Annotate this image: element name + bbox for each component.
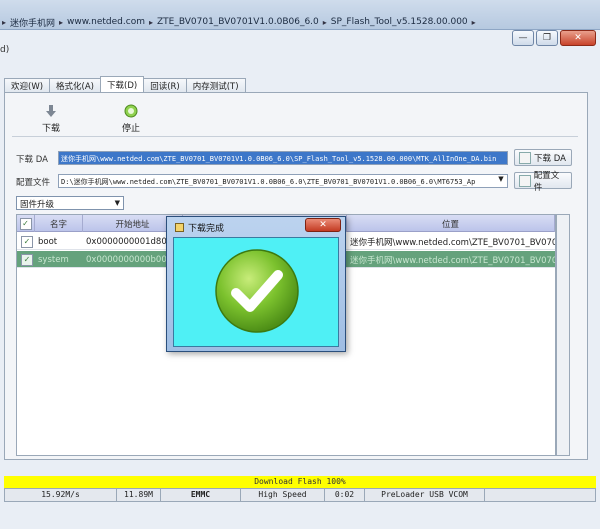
check-icon: ✓: [21, 253, 33, 266]
dialog-close-button[interactable]: ✕: [305, 218, 341, 232]
download-label: 下载: [41, 124, 60, 134]
chevron-right-icon: ▸: [148, 17, 153, 27]
download-complete-dialog: 下载完成 ✕: [166, 216, 346, 352]
restore-button[interactable]: ❐: [536, 30, 558, 46]
progress-bar: Download Flash 100%: [4, 476, 596, 488]
dialog-title-text: 下载完成: [188, 224, 225, 234]
dialog-title: 下载完成: [175, 221, 224, 234]
chevron-down-icon: ▼: [114, 199, 120, 207]
header-location: 位置: [347, 215, 555, 232]
header-name: 名字: [35, 215, 83, 232]
row-checkbox[interactable]: ✓: [21, 251, 35, 268]
file-icon: [519, 174, 531, 187]
breadcrumb-item[interactable]: www.netded.com: [67, 17, 145, 27]
status-speed: 15.92M/s: [5, 489, 117, 501]
breadcrumb: ▸ 迷你手机网 ▸ www.netded.com ▸ ZTE_BV0701_BV…: [0, 14, 520, 30]
da-path-field[interactable]: 迷你手机网\www.netded.com\ZTE_BV0701_BV0701V1…: [58, 151, 508, 165]
chevron-right-icon: ▸: [2, 17, 7, 27]
mode-select-value: 固件升级: [20, 200, 55, 210]
tab-format[interactable]: 格式化(A): [49, 78, 101, 93]
vertical-scrollbar[interactable]: [556, 214, 570, 456]
row-name: system: [38, 254, 69, 265]
mode-select[interactable]: 固件升级 ▼: [16, 196, 124, 210]
row-checkbox[interactable]: ✓: [21, 233, 35, 250]
download-da-label: 下载 DA: [534, 153, 566, 164]
download-arrow-icon: [46, 105, 56, 117]
status-bar: 15.92M/s 11.89M EMMC High Speed 0:02 Pre…: [4, 488, 596, 502]
scatter-path-field[interactable]: D:\迷你手机网\www.netded.com\ZTE_BV0701_BV070…: [58, 174, 508, 188]
scatter-file-label: 配置文件: [533, 170, 560, 193]
status-time: 0:02: [325, 489, 365, 501]
stop-button[interactable]: 停止: [114, 104, 148, 134]
tab-bar: 欢迎(W) 格式化(A) 下载(D) 回读(R) 内存测试(T): [4, 76, 246, 93]
divider: [12, 136, 578, 137]
download-button[interactable]: 下载: [34, 104, 68, 134]
check-icon: ✓: [21, 235, 33, 248]
tab-download[interactable]: 下载(D): [100, 76, 145, 93]
da-label: 下载 DA: [16, 155, 48, 165]
success-check-icon: [215, 249, 299, 333]
breadcrumb-item[interactable]: 迷你手机网: [10, 16, 55, 29]
stop-icon: [124, 104, 138, 118]
minimize-button[interactable]: —: [512, 30, 534, 46]
dropdown-arrow-icon[interactable]: ▼: [496, 175, 506, 187]
stop-label: 停止: [121, 124, 140, 134]
tab-welcome[interactable]: 欢迎(W): [4, 78, 51, 93]
check-icon: ✓: [19, 217, 32, 230]
download-da-button[interactable]: 下载 DA: [514, 149, 572, 166]
app-icon: [175, 223, 184, 232]
chevron-right-icon: ▸: [59, 17, 64, 27]
breadcrumb-item[interactable]: ZTE_BV0701_BV0701V1.0.0B06_6.0: [157, 17, 319, 27]
row-location: 迷你手机网\www.netded.com\ZTE_BV0701_BV0701V.…: [350, 255, 555, 266]
window-controls: — ❐ ✕: [512, 30, 596, 46]
row-location: 迷你手机网\www.netded.com\ZTE_BV0701_BV0701V.…: [350, 237, 555, 248]
status-port: PreLoader USB VCOM: [365, 489, 485, 501]
close-button[interactable]: ✕: [560, 30, 596, 46]
file-icon: [519, 151, 531, 164]
row-name: boot: [38, 236, 58, 247]
tab-memory-test[interactable]: 内存测试(T): [185, 78, 246, 93]
status-size: 11.89M: [117, 489, 161, 501]
chevron-right-icon: ▸: [471, 17, 476, 27]
menu-fragment: d): [0, 45, 10, 55]
chevron-right-icon: ▸: [322, 17, 327, 27]
status-usb-speed: High Speed: [241, 489, 325, 501]
header-checkbox[interactable]: ✓: [17, 215, 35, 232]
scatter-file-button[interactable]: 配置文件: [514, 171, 572, 193]
tab-readback[interactable]: 回读(R): [143, 78, 187, 93]
breadcrumb-item[interactable]: SP_Flash_Tool_v5.1528.00.000: [331, 17, 468, 27]
status-storage: EMMC: [161, 489, 241, 501]
scatter-label: 配置文件: [16, 178, 51, 188]
dialog-body: [173, 237, 339, 347]
